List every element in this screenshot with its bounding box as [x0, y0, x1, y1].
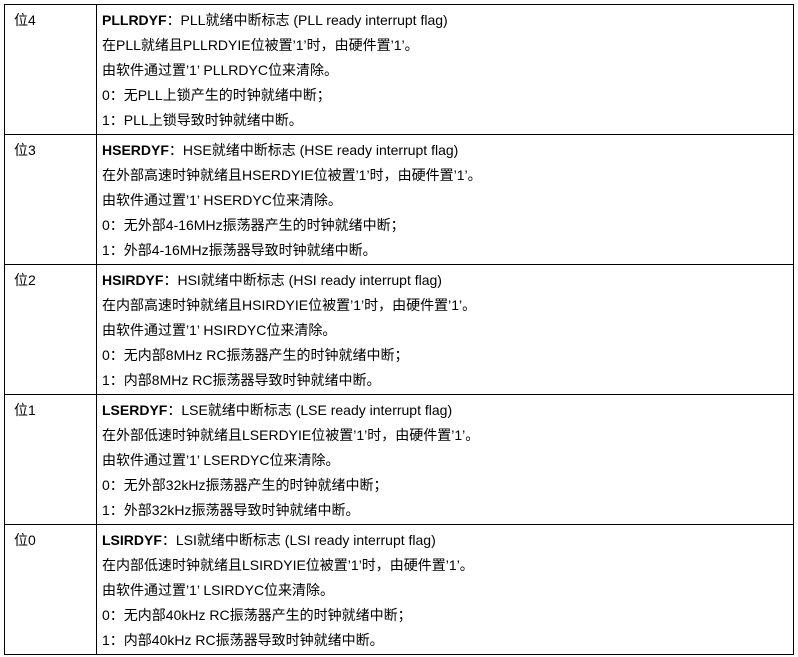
register-bit-table: 位4 PLLRDYF：PLL就绪中断标志 (PLL ready interrup…: [4, 4, 794, 655]
field-title: ：LSE就绪中断标志 (LSE ready interrupt flag): [167, 402, 453, 418]
field-name: LSERDYF: [102, 402, 168, 418]
field-title: ：LSI就绪中断标志 (LSI ready interrupt flag): [161, 532, 436, 548]
description-line: 在PLL就绪且PLLRDYIE位被置’1’时，由硬件置’1’。: [102, 37, 419, 53]
bit-label: 位4: [5, 5, 97, 134]
description-line: 1：外部32kHz振荡器导致时钟就绪中断。: [102, 502, 360, 518]
field-title: ：HSE就绪中断标志 (HSE ready interrupt flag): [168, 142, 459, 158]
bit-label: 位1: [5, 395, 97, 524]
bit-description: HSIRDYF：HSI就绪中断标志 (HSI ready interrupt f…: [97, 265, 793, 394]
field-title: ：PLL就绪中断标志 (PLL ready interrupt flag): [166, 12, 448, 28]
bit-description: PLLRDYF：PLL就绪中断标志 (PLL ready interrupt f…: [97, 5, 793, 134]
bit-label: 位2: [5, 265, 97, 394]
field-name: HSIRDYF: [102, 272, 164, 288]
description-line: 1：外部4-16MHz振荡器导致时钟就绪中断。: [102, 242, 377, 258]
description-line: 在内部高速时钟就绪且HSIRDYIE位被置’1’时，由硬件置’1’。: [102, 297, 477, 313]
description-line: 1：内部40kHz RC振荡器导致时钟就绪中断。: [102, 632, 384, 648]
field-name: PLLRDYF: [102, 12, 167, 28]
bit-description: LSIRDYF：LSI就绪中断标志 (LSI ready interrupt f…: [97, 525, 793, 654]
table-row-bit3: 位3 HSERDYF：HSE就绪中断标志 (HSE ready interrup…: [5, 134, 793, 264]
description-line: 1：PLL上锁导致时钟就绪中断。: [102, 112, 303, 128]
description-line: 0：无外部4-16MHz振荡器产生的时钟就绪中断；: [102, 217, 405, 233]
description-line: 1：内部8MHz RC振荡器导致时钟就绪中断。: [102, 372, 381, 388]
bit-label: 位0: [5, 525, 97, 654]
description-line: 由软件通过置’1’ PLLRDYC位来清除。: [102, 62, 338, 78]
field-title-line: HSERDYF：HSE就绪中断标志 (HSE ready interrupt f…: [102, 138, 793, 163]
description-line: 在内部低速时钟就绪且LSIRDYIE位被置’1’时，由硬件置’1’。: [102, 557, 474, 573]
description-line: 在外部低速时钟就绪且LSERDYIE位被置’1’时，由硬件置’1’。: [102, 427, 480, 443]
description-line: 由软件通过置’1’ HSIRDYC位来清除。: [102, 322, 337, 338]
table-row-bit4: 位4 PLLRDYF：PLL就绪中断标志 (PLL ready interrup…: [5, 5, 793, 134]
field-title-line: LSERDYF：LSE就绪中断标志 (LSE ready interrupt f…: [102, 398, 793, 423]
table-row-bit0: 位0 LSIRDYF：LSI就绪中断标志 (LSI ready interrup…: [5, 524, 793, 654]
field-title-line: PLLRDYF：PLL就绪中断标志 (PLL ready interrupt f…: [102, 8, 793, 33]
description-line: 0：无PLL上锁产生的时钟就绪中断；: [102, 87, 331, 103]
bit-description: LSERDYF：LSE就绪中断标志 (LSE ready interrupt f…: [97, 395, 793, 524]
description-line: 由软件通过置’1’ HSERDYC位来清除。: [102, 192, 342, 208]
description-line: 在外部高速时钟就绪且HSERDYIE位被置’1’时，由硬件置’1’。: [102, 167, 482, 183]
field-name: HSERDYF: [102, 142, 169, 158]
description-line: 0：无内部8MHz RC振荡器产生的时钟就绪中断；: [102, 347, 409, 363]
field-title-line: HSIRDYF：HSI就绪中断标志 (HSI ready interrupt f…: [102, 268, 793, 293]
bit-description: HSERDYF：HSE就绪中断标志 (HSE ready interrupt f…: [97, 135, 793, 264]
bit-label: 位3: [5, 135, 97, 264]
description-line: 0：无内部40kHz RC振荡器产生的时钟就绪中断；: [102, 607, 412, 623]
table-row-bit1: 位1 LSERDYF：LSE就绪中断标志 (LSE ready interrup…: [5, 394, 793, 524]
description-line: 由软件通过置’1’ LSIRDYC位来清除。: [102, 582, 335, 598]
description-line: 由软件通过置’1’ LSERDYC位来清除。: [102, 452, 340, 468]
field-title-line: LSIRDYF：LSI就绪中断标志 (LSI ready interrupt f…: [102, 528, 793, 553]
table-row-bit2: 位2 HSIRDYF：HSI就绪中断标志 (HSI ready interrup…: [5, 264, 793, 394]
description-line: 0：无外部32kHz振荡器产生的时钟就绪中断；: [102, 477, 388, 493]
field-name: LSIRDYF: [102, 532, 162, 548]
field-title: ：HSI就绪中断标志 (HSI ready interrupt flag): [163, 272, 442, 288]
